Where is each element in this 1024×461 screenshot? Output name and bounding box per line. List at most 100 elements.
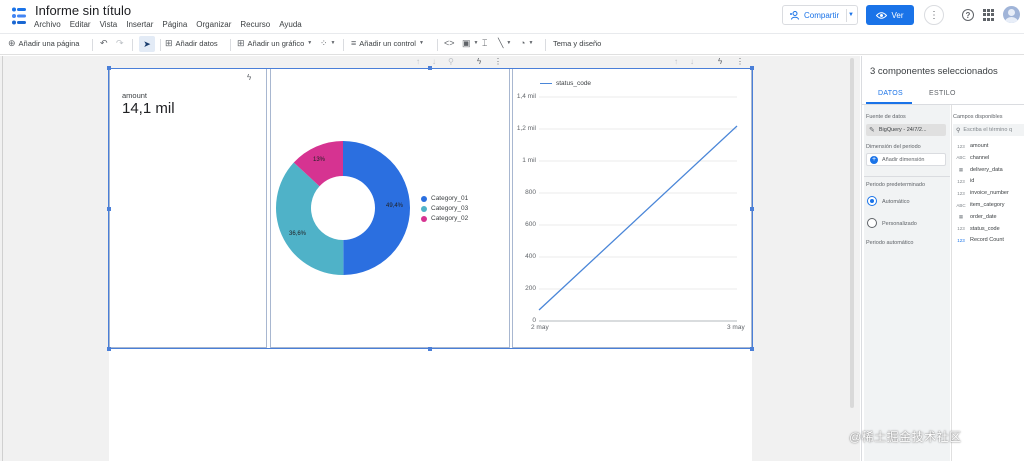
share-dropdown-icon[interactable]: ▼ (848, 12, 854, 18)
tab-datos[interactable]: DATOS (878, 90, 903, 97)
pencil-icon[interactable]: ✎ (869, 126, 875, 134)
text-button[interactable]: ⌶ (482, 39, 487, 48)
data-source-label: Fuente de datos (866, 114, 906, 120)
filter-icon[interactable]: ⚲ (448, 57, 454, 66)
share-button[interactable]: Compartir ▼ (782, 5, 858, 25)
resize-handle[interactable] (428, 347, 432, 351)
bolt-icon[interactable]: ϟ (718, 57, 722, 66)
view-button[interactable]: Ver (866, 5, 914, 25)
undo-button[interactable]: ↶ (100, 39, 108, 48)
select-cursor-icon[interactable]: ➤ (139, 36, 155, 52)
field-item[interactable]: 123 amount (956, 143, 988, 149)
line-icon: ╲ (498, 38, 504, 48)
menu-vista[interactable]: Vista (100, 20, 118, 29)
community-viz-button[interactable]: ⁘ ▼ (320, 39, 336, 48)
add-dimension-button[interactable]: + Añadir dimensión (866, 153, 946, 166)
field-type-icon: ABC (956, 155, 966, 161)
menu-organizar[interactable]: Organizar (196, 20, 231, 29)
arrow-up-icon[interactable]: ↑ (674, 57, 678, 66)
field-name: channel (970, 154, 990, 161)
period-dimension-label: Dimensión del periodo (866, 144, 921, 150)
add-chart-button[interactable]: ⊞ Añadir un gráfico ▼ (237, 39, 313, 49)
menu-pagina[interactable]: Página (162, 20, 187, 29)
resize-handle[interactable] (750, 207, 754, 211)
add-data-icon: ⊞ (165, 38, 173, 48)
url-embed-button[interactable]: <> (444, 39, 455, 48)
bolt-icon[interactable]: ϟ (477, 57, 481, 66)
menu-insertar[interactable]: Insertar (126, 20, 153, 29)
chevron-down-icon: ▼ (330, 40, 336, 46)
resize-handle[interactable] (107, 207, 111, 211)
chevron-down-icon: ▼ (418, 40, 424, 46)
field-item[interactable]: ABC item_category (956, 202, 1005, 208)
add-person-icon (790, 10, 799, 20)
field-name: id (970, 178, 975, 185)
arrow-down-icon[interactable]: ↓ (432, 57, 436, 66)
auto-period-text: Periodo automático (866, 240, 914, 246)
watermark: @稀土掘金技术社区 (849, 430, 962, 444)
field-item[interactable]: 123 invoice_number (956, 190, 1009, 196)
field-type-icon: 123 (957, 237, 965, 243)
arrow-down-icon[interactable]: ↓ (690, 57, 694, 66)
avatar[interactable] (1003, 6, 1020, 23)
view-label: Ver (891, 10, 904, 20)
field-item[interactable]: ABC channel (956, 155, 989, 161)
radio-automatic[interactable] (867, 196, 877, 206)
field-type-icon: ▦ (958, 166, 964, 172)
community-visualization-icon: ⁘ (320, 38, 328, 48)
field-name: item_category (970, 202, 1005, 208)
arrow-up-icon[interactable]: ↑ (416, 57, 420, 66)
field-item[interactable]: ▦ order_date (956, 214, 997, 220)
resize-handle[interactable] (428, 66, 432, 70)
field-name: Record Count (970, 237, 1004, 244)
field-item[interactable]: 123 id (956, 178, 974, 184)
theme-layout-button[interactable]: Tema y diseño (553, 39, 601, 48)
resize-handle[interactable] (750, 347, 754, 351)
menu-ayuda[interactable]: Ayuda (279, 20, 302, 29)
field-item[interactable]: ▦ delivery_data (956, 167, 1003, 173)
available-fields-label: Campos disponibles (953, 114, 1003, 120)
radio-custom[interactable] (867, 218, 877, 228)
selection-border (108, 68, 753, 349)
menu-editar[interactable]: Editar (70, 20, 91, 29)
field-item[interactable]: 123 status_code (956, 226, 999, 232)
radio-automatic-label: Automático (882, 199, 910, 205)
control-icon: ≡ (351, 38, 357, 48)
field-type-icon: 123 (957, 226, 965, 232)
image-button[interactable]: ▣ ▼ (462, 39, 478, 48)
help-icon[interactable]: ? (962, 9, 974, 21)
menu-archivo[interactable]: Archivo (34, 20, 61, 29)
redo-icon: ↷ (116, 38, 124, 48)
redo-button[interactable]: ↷ (116, 39, 124, 48)
field-type-icon: 123 (957, 178, 965, 184)
looker-studio-logo-icon[interactable] (11, 7, 27, 25)
shape-button[interactable]: ◔ ▼ (520, 39, 533, 48)
line-button[interactable]: ╲ ▼ (498, 39, 511, 48)
menu-recurso[interactable]: Recurso (240, 20, 270, 29)
field-name: order_date (970, 213, 997, 220)
add-control-button[interactable]: ≡ Añadir un control ▼ (351, 38, 424, 49)
more-options-icon[interactable]: ⋮ (924, 5, 944, 25)
field-type-icon: ABC (956, 202, 966, 208)
add-data-button[interactable]: ⊞ Añadir datos (165, 38, 218, 49)
resize-handle[interactable] (107, 66, 111, 70)
chevron-down-icon: ▼ (307, 40, 313, 46)
canvas-scrollbar[interactable] (850, 58, 854, 408)
image-icon: ▣ (462, 38, 471, 48)
resize-handle[interactable] (750, 66, 754, 70)
resize-handle[interactable] (107, 347, 111, 351)
field-item[interactable]: 123 Record Count (956, 237, 1004, 243)
apps-grid-icon[interactable] (983, 9, 995, 21)
panel-title: 3 componentes seleccionados (870, 66, 998, 77)
undo-icon: ↶ (100, 38, 108, 48)
report-title[interactable]: Informe sin título (35, 3, 131, 18)
more-vert-icon[interactable]: ⋮ (736, 57, 744, 66)
toolbar: ⊕ Añadir una página ↶ ↷ ➤ ⊞ Añadir datos… (0, 33, 1024, 55)
field-search-input[interactable]: ⚲ Escriba el término q (953, 124, 1024, 136)
more-vert-icon[interactable]: ⋮ (494, 57, 502, 66)
tab-estilo[interactable]: ESTILO (929, 90, 956, 97)
data-source-selector[interactable]: ✎ BigQuery - 24/7/2... (866, 124, 946, 136)
add-page-button[interactable]: ⊕ Añadir una página (8, 39, 79, 49)
field-name: delivery_data (970, 166, 1003, 173)
chevron-down-icon: ▼ (473, 40, 479, 46)
